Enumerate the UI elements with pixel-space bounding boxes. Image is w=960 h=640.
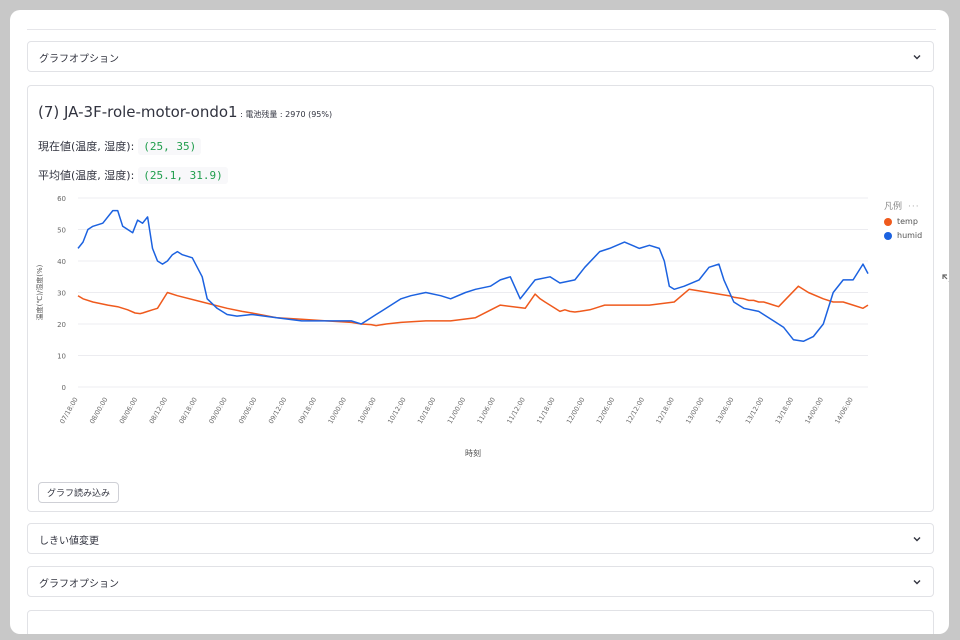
fullscreen-icon[interactable] <box>941 273 949 287</box>
expander-label: グラフオプション <box>39 54 119 65</box>
x-tick-label: 13/00:00 <box>684 396 706 425</box>
y-tick-label: 60 <box>57 195 66 203</box>
legend-item-humid[interactable]: humid <box>884 231 922 240</box>
legend-swatch-humid <box>884 231 892 240</box>
y-tick-label: 40 <box>57 258 66 266</box>
chevron-down-icon <box>913 55 921 60</box>
y-axis-title: 温度(℃)/湿度(%) <box>35 264 44 320</box>
device-name: (7) JA-3F-role-motor-ondo1 <box>38 103 238 121</box>
x-tick-label: 09/18:00 <box>297 396 319 425</box>
y-tick-label: 50 <box>57 227 66 235</box>
x-tick-label: 07/18:00 <box>58 396 80 425</box>
x-tick-label: 12/18:00 <box>654 396 676 425</box>
more-icon[interactable]: ··· <box>908 202 920 212</box>
x-tick-label: 11/18:00 <box>535 396 557 425</box>
x-tick-label: 11/06:00 <box>476 396 498 425</box>
x-tick-label: 14/06:00 <box>833 396 855 425</box>
legend-label-humid: humid <box>897 231 923 240</box>
x-tick-label: 09/00:00 <box>207 396 229 425</box>
x-tick-label: 13/18:00 <box>774 396 796 425</box>
x-tick-label: 12/00:00 <box>565 396 587 425</box>
x-tick-label: 13/06:00 <box>714 396 736 425</box>
x-tick-label: 11/12:00 <box>505 396 527 425</box>
threshold-change-expander[interactable]: しきい値変更 <box>27 523 934 554</box>
next-device-card <box>27 610 934 634</box>
y-tick-label: 0 <box>62 384 66 392</box>
average-value-code: (25.1, 31.9) <box>138 167 228 184</box>
chevron-down-icon <box>913 537 921 542</box>
divider <box>27 29 936 30</box>
x-tick-label: 08/12:00 <box>148 396 170 425</box>
legend-title: 凡例 <box>884 202 903 212</box>
x-tick-label: 10/12:00 <box>386 396 408 425</box>
device-card: (7) JA-3F-role-motor-ondo1 : 電池残量 : 2970… <box>27 85 949 512</box>
chevron-down-icon <box>913 580 921 585</box>
x-tick-label: 09/06:00 <box>237 396 259 425</box>
y-tick-label: 30 <box>57 290 66 298</box>
series-line-humid <box>77 209 869 343</box>
x-tick-label: 08/06:00 <box>118 396 140 425</box>
expander-label: グラフオプション <box>39 579 119 590</box>
x-tick-label: 10/18:00 <box>416 396 438 425</box>
current-value-label: 現在値(温度, 湿度): <box>38 140 135 153</box>
x-tick-label: 08/00:00 <box>88 396 110 425</box>
legend-item-temp[interactable]: temp <box>884 217 922 226</box>
line-chart[interactable]: 0 10 20 30 40 50 60 07/18:00 08/00:00 08/06:00 08/… <box>28 192 933 462</box>
x-tick-label: 10/00:00 <box>327 396 349 425</box>
battery-status: : 電池残量 : 2970 (95%) <box>237 110 333 119</box>
expander-label: しきい値変更 <box>39 536 99 547</box>
graph-options-expander-2[interactable]: グラフオプション <box>27 566 934 597</box>
average-value-row: 平均値(温度, 湿度): (25.1, 31.9) <box>38 167 228 184</box>
x-tick-label: 11/00:00 <box>446 396 468 425</box>
current-value-row: 現在値(温度, 湿度): (25, 35) <box>38 138 202 155</box>
legend-label-temp: temp <box>897 217 918 226</box>
y-tick-label: 10 <box>57 353 66 361</box>
x-tick-label: 14/00:00 <box>803 396 825 425</box>
legend-swatch-temp <box>884 217 892 226</box>
y-tick-label: 20 <box>57 321 66 329</box>
app-frame: グラフオプション (7) JA-3F-role-motor-ondo1 : 電池… <box>10 10 949 634</box>
average-value-label: 平均値(温度, 湿度): <box>38 169 135 182</box>
x-tick-label: 10/06:00 <box>356 396 378 425</box>
current-value-code: (25, 35) <box>138 138 202 155</box>
load-graph-button[interactable]: グラフ読み込み <box>38 482 120 503</box>
x-tick-label: 13/12:00 <box>744 396 766 425</box>
x-axis-title: 時刻 <box>465 448 481 458</box>
x-tick-label: 12/12:00 <box>625 396 647 425</box>
x-tick-label: 08/18:00 <box>177 396 199 425</box>
x-tick-label: 12/06:00 <box>595 396 617 425</box>
graph-options-expander[interactable]: グラフオプション <box>27 41 934 72</box>
x-tick-label: 09/12:00 <box>267 396 289 425</box>
device-title: (7) JA-3F-role-motor-ondo1 : 電池残量 : 2970… <box>38 102 332 121</box>
chart-legend: 凡例 ··· temp humid <box>884 199 922 240</box>
